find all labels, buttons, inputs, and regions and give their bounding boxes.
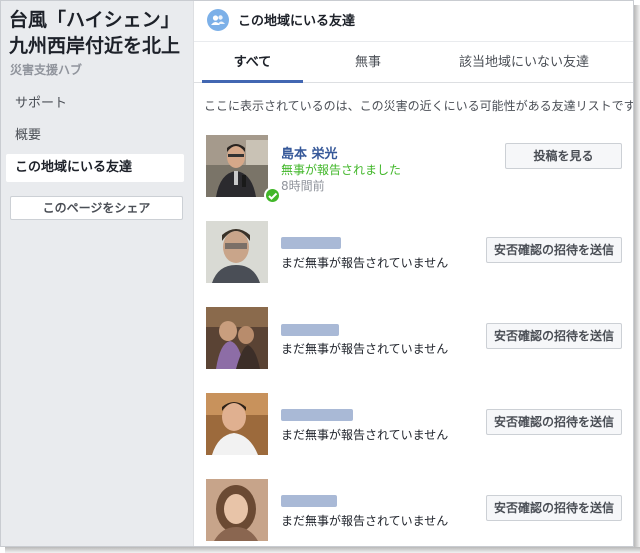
blurred-name	[281, 495, 337, 507]
avatar[interactable]	[206, 307, 268, 369]
blurred-name	[281, 237, 341, 249]
safe-check-icon	[264, 187, 281, 204]
friends-icon	[207, 9, 229, 31]
friend-row: まだ無事が報告されていません 安否確認の招待を送信	[194, 307, 633, 375]
sidebar: 台風「ハイシェン」九州西岸付近を北上 災害支援ハブ サポート 概要 この地域にい…	[1, 1, 194, 546]
hub-subtitle: 災害支援ハブ	[10, 63, 83, 77]
friend-status: 無事が報告されました	[281, 163, 402, 177]
send-safety-check-invite-button[interactable]: 安否確認の招待を送信	[486, 409, 622, 435]
friend-name[interactable]: 島本 栄光	[281, 143, 338, 162]
main-panel: この地域にいる友達 すべて 無事 該当地域にいない友達 ここに表示されているのは…	[194, 1, 634, 546]
sidebar-item-overview[interactable]: 概要	[6, 122, 184, 150]
friend-status: まだ無事が報告されていません	[281, 514, 449, 528]
filter-tabs: すべて 無事 該当地域にいない友達	[194, 43, 633, 83]
tab-all[interactable]: すべて	[202, 43, 303, 83]
tab-not-in-area[interactable]: 該当地域にいない友達	[424, 43, 624, 83]
avatar[interactable]	[206, 393, 268, 455]
friend-status: まだ無事が報告されていません	[281, 342, 449, 356]
send-safety-check-invite-button[interactable]: 安否確認の招待を送信	[486, 323, 622, 349]
friend-row: まだ無事が報告されていません 安否確認の招待を送信	[194, 479, 633, 546]
page-frame: 台風「ハイシェン」九州西岸付近を北上 災害支援ハブ サポート 概要 この地域にい…	[0, 0, 634, 547]
friend-timestamp: 8時間前	[281, 179, 325, 193]
blurred-name	[281, 409, 353, 421]
friend-status: まだ無事が報告されていません	[281, 428, 449, 442]
share-page-button[interactable]: このページをシェア	[10, 196, 183, 220]
friend-row: まだ無事が報告されていません 安否確認の招待を送信	[194, 221, 633, 289]
send-safety-check-invite-button[interactable]: 安否確認の招待を送信	[486, 237, 622, 263]
panel-header: この地域にいる友達	[194, 1, 633, 42]
avatar[interactable]	[206, 221, 268, 283]
friend-status: まだ無事が報告されていません	[281, 256, 449, 270]
view-post-button[interactable]: 投稿を見る	[505, 143, 622, 169]
sidebar-item-support[interactable]: サポート	[6, 90, 184, 118]
sidebar-item-friends-in-area[interactable]: この地域にいる友達	[6, 154, 184, 182]
hub-title: 台風「ハイシェン」九州西岸付近を北上	[9, 9, 181, 57]
avatar[interactable]	[206, 135, 281, 204]
tab-safe[interactable]: 無事	[318, 43, 418, 83]
panel-title: この地域にいる友達	[238, 14, 356, 29]
blurred-name	[281, 324, 339, 336]
avatar[interactable]	[206, 479, 268, 541]
friend-row: まだ無事が報告されていません 安否確認の招待を送信	[194, 393, 633, 461]
window-shadow-right	[634, 5, 640, 553]
intro-text: ここに表示されているのは、この災害の近くにいる可能性がある友達リストです。	[204, 99, 634, 113]
send-safety-check-invite-button[interactable]: 安否確認の招待を送信	[486, 495, 622, 521]
friend-row: 島本 栄光 無事が報告されました 8時間前 投稿を見る	[194, 135, 633, 204]
window-shadow-bottom	[5, 547, 640, 553]
